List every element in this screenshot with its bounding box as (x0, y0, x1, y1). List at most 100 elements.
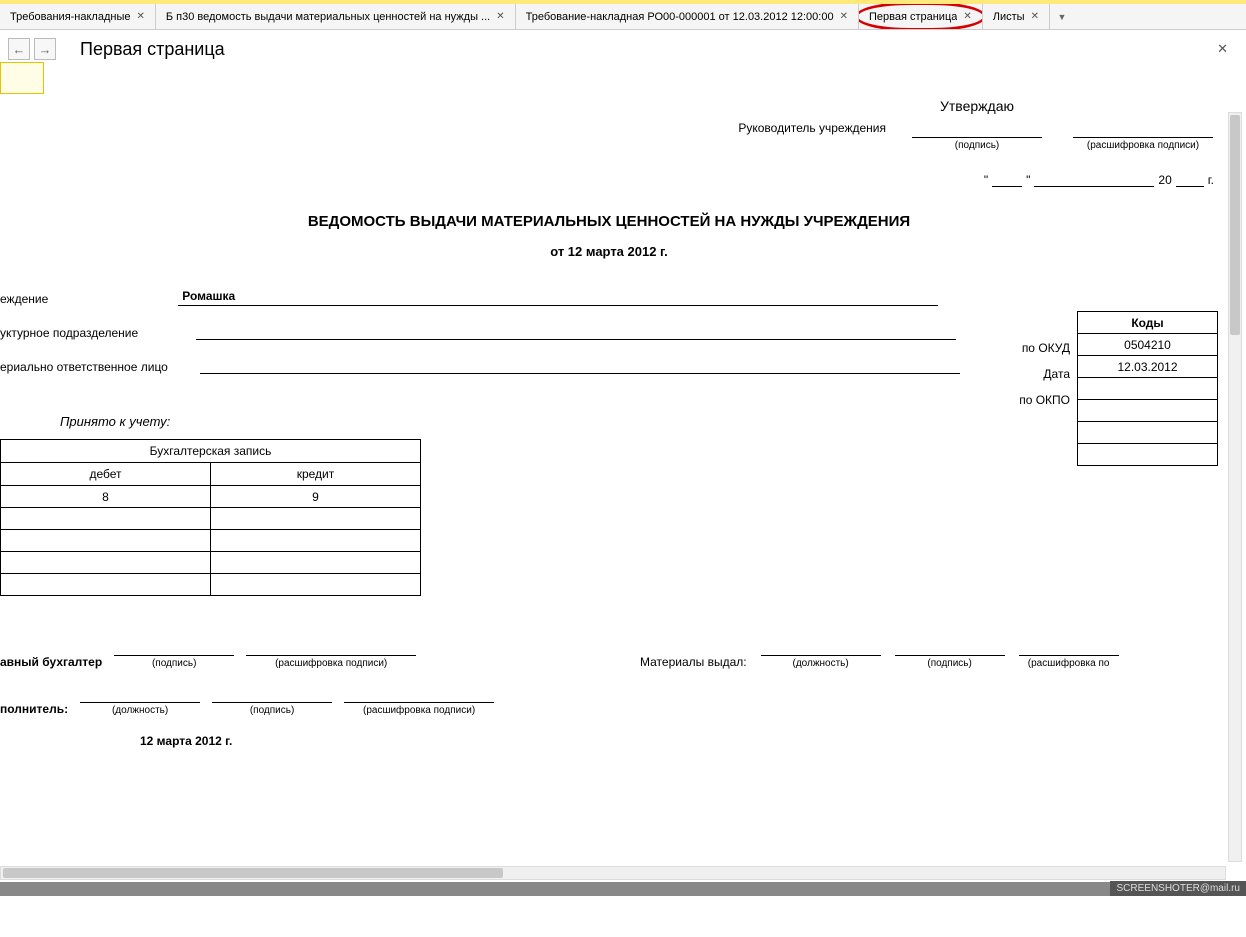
decipher-line (344, 687, 494, 703)
codes-table: Коды 0504210 12.03.2012 (1077, 311, 1218, 466)
cap-sign: (подпись) (152, 658, 196, 669)
acct-cell (1, 530, 211, 552)
tab-label: Б п30 ведомость выдачи материальных ценн… (166, 11, 490, 23)
decipher-line (246, 640, 416, 656)
approval-date-line: "" 20 г. (0, 173, 1218, 187)
horizontal-scrollbar[interactable] (0, 866, 1226, 880)
tab-sheets[interactable]: Листы ✕ (983, 4, 1050, 29)
date-value: 12.03.2012 (1078, 356, 1218, 378)
close-icon[interactable]: ✕ (137, 11, 145, 22)
decipher-line (1073, 120, 1213, 138)
acct-cell (1, 574, 211, 596)
codes-blank-3 (1078, 444, 1218, 466)
close-icon[interactable]: ✕ (840, 11, 848, 22)
tab-label: Первая страница (869, 11, 957, 23)
okud-value: 0504210 (1078, 334, 1218, 356)
nav-forward-button[interactable]: → (34, 38, 56, 60)
credit-header: кредит (211, 463, 421, 486)
tab-nakladnaya-ro[interactable]: Требование-накладная РО00-000001 от 12.0… (516, 4, 859, 29)
vertical-scrollbar[interactable] (1228, 112, 1242, 862)
chief-accountant-row: авный бухгалтер (подпись) (расшифровка п… (0, 640, 560, 669)
debit-num: 8 (1, 486, 211, 508)
cap-decipher: (расшифровка подписи) (363, 705, 475, 716)
close-icon[interactable]: ✕ (963, 11, 971, 22)
close-icon[interactable]: ✕ (1031, 11, 1039, 22)
approve-word: Утверждаю (940, 98, 1014, 114)
leader-label: Руководитель учреждения (738, 121, 886, 151)
okpo-label: по ОКПО (1019, 387, 1070, 413)
tab-label: Требования-накладные (10, 11, 131, 23)
tab-label: Требование-накладная РО00-000001 от 12.0… (526, 11, 834, 23)
page-close-button[interactable]: ✕ (1211, 41, 1234, 57)
cap-sign: (подпись) (927, 658, 971, 669)
position-line (80, 687, 200, 703)
document-viewport: Руководитель учреждения Утверждаю (подпи… (0, 66, 1246, 896)
institution-label: еждение (0, 292, 178, 306)
sign-line (895, 640, 1005, 656)
year-prefix: 20 (1158, 173, 1171, 187)
tab-label: Листы (993, 11, 1025, 23)
cap-position: (должность) (112, 705, 168, 716)
tab-first-page[interactable]: Первая страница ✕ (859, 4, 983, 29)
date-label: Дата (1019, 361, 1070, 387)
form-subtitle: от 12 марта 2012 г. (0, 244, 1218, 259)
cap-decipher-cut: (расшифровка по (1028, 658, 1110, 669)
decipher-caption: (расшифровка подписи) (1087, 140, 1199, 151)
acct-cell (1, 552, 211, 574)
cap-sign: (подпись) (250, 705, 294, 716)
accounting-table: Бухгалтерская запись дебет кредит 8 9 (0, 439, 421, 596)
responsible-value (200, 371, 960, 374)
codes-blank-1 (1078, 400, 1218, 422)
scrollbar-thumb[interactable] (1230, 115, 1240, 335)
materials-issued-label: Материалы выдал: (640, 655, 747, 669)
debit-header: дебет (1, 463, 211, 486)
okpo-value (1078, 378, 1218, 400)
codes-labels: по ОКУД Дата по ОКПО (1019, 335, 1070, 413)
sign-line (114, 640, 234, 656)
codes-box: Коды 0504210 12.03.2012 (1077, 311, 1218, 466)
acct-cell (211, 508, 421, 530)
codes-header: Коды (1078, 312, 1218, 334)
codes-blank-2 (1078, 422, 1218, 444)
okud-label: по ОКУД (1019, 335, 1070, 361)
signatures-section: авный бухгалтер (подпись) (расшифровка п… (0, 640, 1218, 748)
institution-value: Ромашка (178, 289, 938, 306)
bottom-date: 12 марта 2012 г. (140, 734, 560, 748)
year-suffix: г. (1208, 173, 1214, 187)
watermark: SCREENSHOTER@mail.ru (1110, 881, 1246, 896)
toolbar: ← → Первая страница ✕ (0, 30, 1246, 66)
close-icon[interactable]: ✕ (496, 11, 504, 22)
document-body: Руководитель учреждения Утверждаю (подпи… (0, 80, 1218, 748)
subdivision-value (196, 337, 956, 340)
tab-requirements[interactable]: Требования-накладные ✕ (0, 4, 156, 29)
credit-num: 9 (211, 486, 421, 508)
acct-cell (1, 508, 211, 530)
bottom-strip (0, 882, 1246, 896)
acct-title: Бухгалтерская запись (1, 440, 421, 463)
acct-cell (211, 530, 421, 552)
cap-position: (должность) (792, 658, 848, 669)
acct-cell (211, 574, 421, 596)
signature-line (912, 120, 1042, 138)
scrollbar-thumb[interactable] (3, 868, 503, 878)
sign-line (212, 687, 332, 703)
chief-accountant-label: авный бухгалтер (0, 655, 102, 669)
acct-cell (211, 552, 421, 574)
signature-caption: (подпись) (955, 140, 999, 151)
materials-issued-row: Материалы выдал: (должность) (подпись) (… (640, 640, 1218, 669)
decipher-line (1019, 640, 1119, 656)
form-title: ВЕДОМОСТЬ ВЫДАЧИ МАТЕРИАЛЬНЫХ ЦЕННОСТЕЙ … (0, 213, 1218, 230)
responsible-label: ериально ответственное лицо (0, 360, 200, 374)
page-title: Первая страница (80, 39, 225, 60)
tabs-dropdown-icon[interactable]: ▼ (1050, 12, 1074, 22)
signatures-right: Материалы выдал: (должность) (подпись) (… (640, 640, 1218, 748)
cap-decipher: (расшифровка подписи) (275, 658, 387, 669)
executor-label: полнитель: (0, 702, 68, 716)
nav-back-button[interactable]: ← (8, 38, 30, 60)
executor-row: полнитель: (должность) (подпись) (расшиф… (0, 687, 560, 716)
position-line (761, 640, 881, 656)
tab-vedomost-p30[interactable]: Б п30 ведомость выдачи материальных ценн… (156, 4, 516, 29)
approval-block: Руководитель учреждения Утверждаю (подпи… (0, 80, 1218, 151)
institution-row: еждение Ромашка (0, 289, 1218, 306)
tabs-bar: Требования-накладные ✕ Б п30 ведомость в… (0, 4, 1246, 30)
